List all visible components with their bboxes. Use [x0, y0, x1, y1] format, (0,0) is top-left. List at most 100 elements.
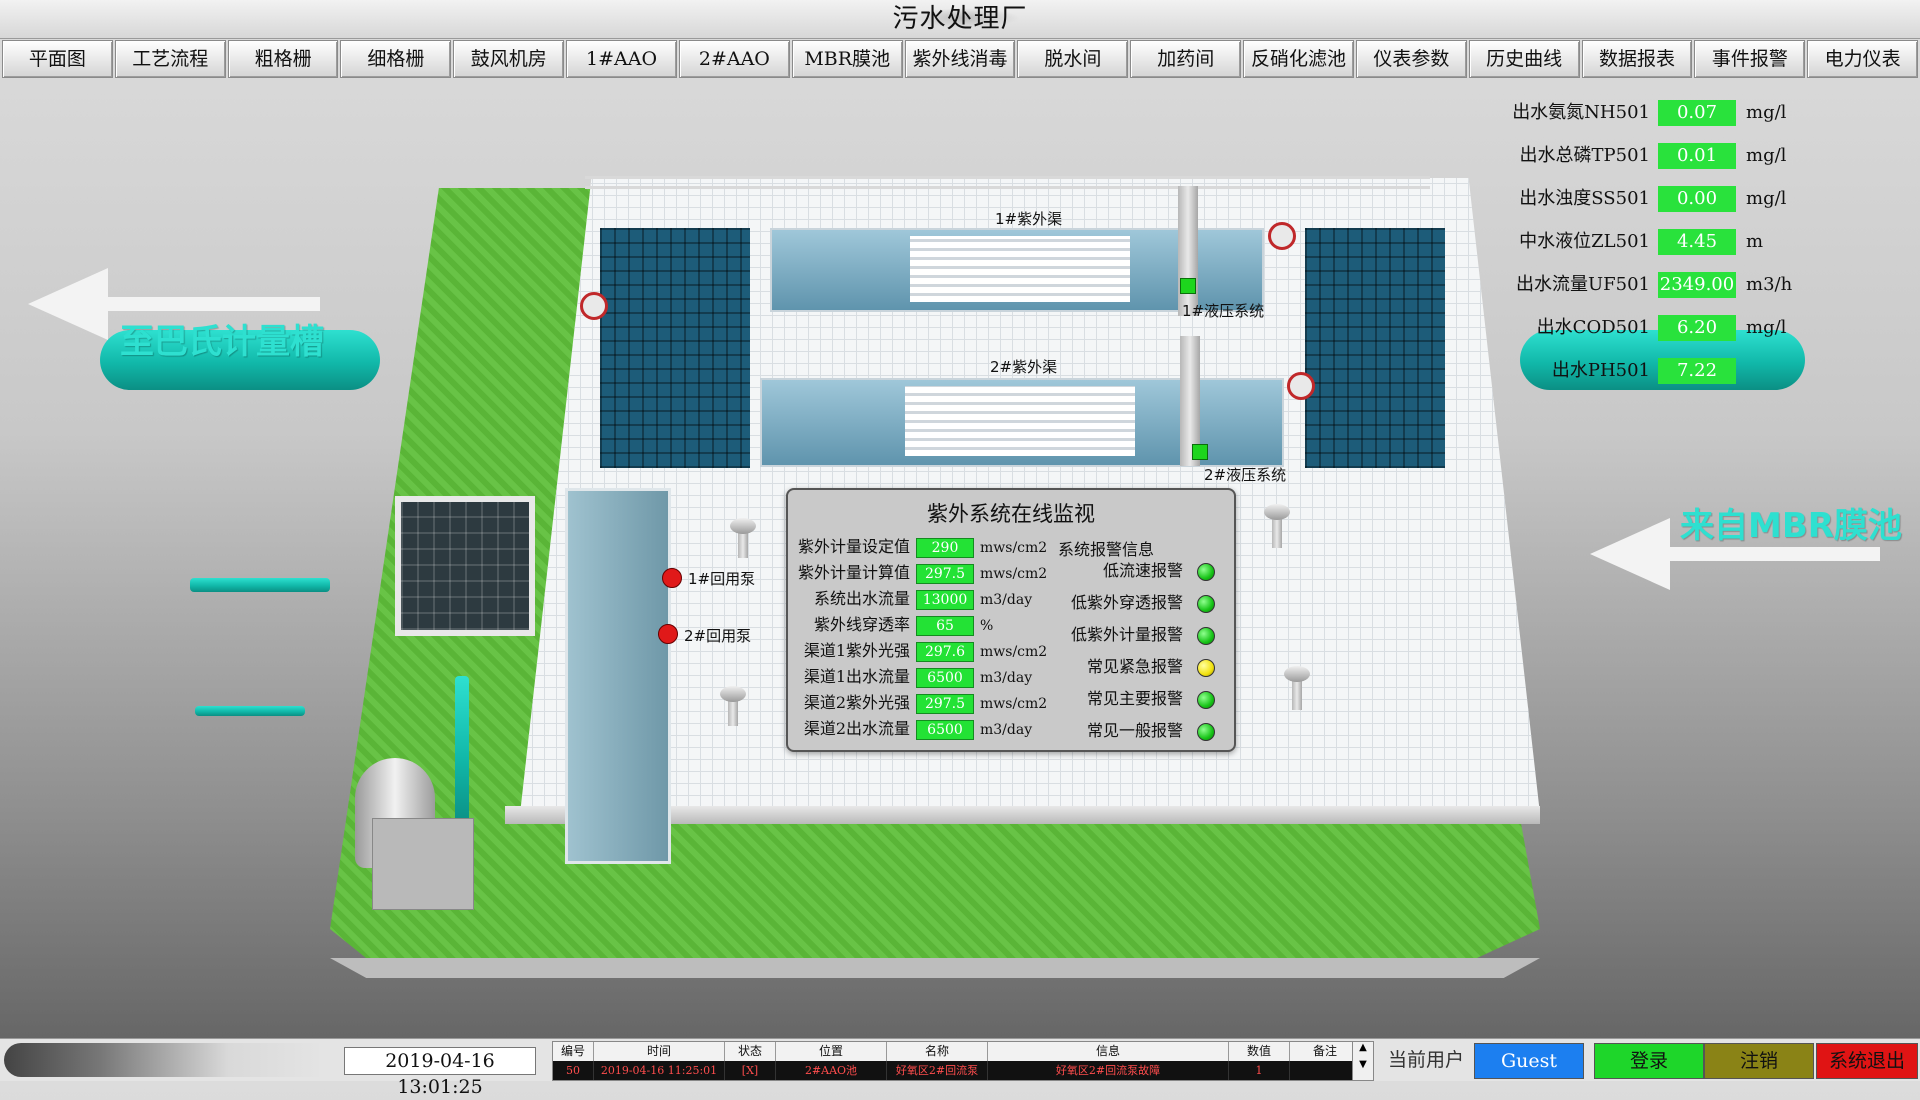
nav-aao-1[interactable]: 1#AAO — [566, 40, 677, 78]
alarm-indicator-icon — [1197, 594, 1215, 613]
nav-process-flow[interactable]: 工艺流程 — [114, 40, 226, 78]
nav-uv-disinfection[interactable]: 紫外线消毒 — [904, 40, 1016, 78]
side-pipe-1 — [190, 578, 330, 592]
event-cell-id: 50 — [553, 1061, 594, 1080]
alarm-label: 低紫外计量报警 — [1070, 625, 1183, 644]
valve-right-bottom-icon[interactable] — [1287, 372, 1315, 400]
nav-bar: 平面图 工艺流程 粗格栅 细格栅 鼓风机房 1#AAO 2#AAO MBR膜池 … — [0, 38, 1920, 78]
nav-instrument-params[interactable]: 仪表参数 — [1355, 40, 1467, 78]
scroll-down-icon[interactable]: ▼ — [1353, 1059, 1373, 1070]
scroll-up-icon[interactable]: ▲ — [1353, 1042, 1373, 1053]
hydraulic-1-label: 1#液压系统 — [1182, 302, 1265, 320]
event-col-time: 时间 — [594, 1042, 725, 1061]
guest-user-button[interactable]: Guest — [1474, 1043, 1584, 1079]
readout-ss-value: 0.00 — [1658, 186, 1736, 212]
nav-history-curve[interactable]: 历史曲线 — [1468, 40, 1580, 78]
login-button[interactable]: 登录 — [1594, 1043, 1704, 1079]
alarm-indicator-icon — [1197, 722, 1215, 741]
uv-param-value: 6500 — [916, 719, 974, 740]
uv-param-value: 290 — [916, 537, 974, 558]
event-col-value: 数值 — [1229, 1042, 1290, 1061]
alarm-indicator-icon — [1197, 690, 1215, 709]
reuse-pump-1-status-icon[interactable] — [662, 568, 682, 588]
title-bar: 污水处理厂 — [0, 0, 1920, 39]
nav-mbr-tank[interactable]: MBR膜池 — [791, 40, 903, 78]
valve-right-top-icon[interactable] — [1268, 222, 1296, 250]
alarm-indicator-icon — [1197, 626, 1215, 645]
readout-ph-label: 出水PH501 — [1551, 360, 1650, 381]
event-scrollbar[interactable]: ▲ ▼ — [1352, 1041, 1374, 1081]
uv-param-value: 6500 — [916, 667, 974, 688]
nav-event-alarm[interactable]: 事件报警 — [1694, 40, 1806, 78]
valve-left-icon[interactable] — [580, 292, 608, 320]
event-table-header: 编号 时间 状态 位置 名称 信息 数值 备注 — [553, 1042, 1373, 1061]
readout-ph-value: 7.22 — [1658, 358, 1736, 384]
hydraulic-1-status-icon[interactable] — [1180, 278, 1196, 294]
nav-coarse-screen[interactable]: 粗格栅 — [227, 40, 339, 78]
event-col-note: 备注 — [1290, 1042, 1361, 1061]
nav-aao-2[interactable]: 2#AAO — [678, 40, 790, 78]
readout-ss-label: 出水浊度SS501 — [1519, 188, 1650, 209]
from-mbr-label: 来自MBR膜池 — [1680, 506, 1902, 546]
alarm-label: 常见紧急报警 — [1086, 657, 1183, 676]
event-cell-status: [X] — [725, 1061, 776, 1080]
hydraulic-2-status-icon[interactable] — [1192, 444, 1208, 460]
alarm-row: 低流速报警 — [1048, 560, 1228, 582]
hydraulic-2-label: 2#液压系统 — [1204, 466, 1287, 484]
logout-button[interactable]: 注销 — [1704, 1043, 1814, 1079]
uv-param-value: 297.5 — [916, 693, 974, 714]
current-user-label: 当前用户 — [1388, 1049, 1465, 1071]
uv-param-label: 紫外计量设定值 — [797, 537, 910, 556]
vent-cap-1 — [730, 518, 756, 534]
system-exit-button[interactable]: 系统退出 — [1816, 1043, 1918, 1079]
uv-lamps-2 — [905, 386, 1135, 456]
hydraulic-column-1 — [1178, 186, 1198, 316]
reuse-pump-2-status-icon[interactable] — [658, 624, 678, 644]
vent-cap-2 — [720, 686, 746, 702]
nav-data-report[interactable]: 数据报表 — [1581, 40, 1693, 78]
event-row[interactable]: 50 2019-04-16 11:25:01 [X] 2#AAO池 好氧区2#回… — [553, 1061, 1373, 1080]
alarm-indicator-icon — [1197, 562, 1215, 581]
readout-level: 中水液位ZL501 4.45 m — [1480, 228, 1763, 256]
nav-denitrification-filter[interactable]: 反硝化滤池 — [1243, 40, 1354, 78]
readout-nh3-value: 0.07 — [1658, 100, 1736, 126]
readout-level-label: 中水液位ZL501 — [1519, 231, 1650, 252]
event-cell-value: 1 — [1229, 1061, 1290, 1080]
readout-ph: 出水PH501 7.22 — [1480, 357, 1746, 385]
nav-dosing[interactable]: 加药间 — [1130, 40, 1242, 78]
uv-param-unit: mws/cm2 — [980, 540, 1048, 556]
reuse-pump-1-label: 1#回用泵 — [688, 570, 756, 588]
window-title: 污水处理厂 — [892, 4, 1028, 34]
channel-2-label: 2#紫外渠 — [990, 358, 1058, 376]
uv-param-unit: mws/cm2 — [980, 566, 1048, 582]
pressure-tank-base — [372, 818, 474, 910]
uv-param-unit: % — [980, 618, 994, 634]
readout-flow-value: 2349.00 — [1658, 272, 1736, 298]
uv-param-row: 紫外线穿透率 65% — [796, 614, 993, 636]
readout-nh3-unit: mg/l — [1746, 102, 1787, 123]
uv-param-value: 13000 — [916, 589, 974, 610]
uv-param-value: 65 — [916, 615, 974, 636]
pump-room — [395, 496, 535, 636]
alarm-row: 低紫外计量报警 — [1048, 624, 1228, 646]
nav-blower-room[interactable]: 鼓风机房 — [453, 40, 565, 78]
readout-tp-value: 0.01 — [1658, 143, 1736, 169]
event-table[interactable]: 编号 时间 状态 位置 名称 信息 数值 备注 50 2019-04-16 11… — [552, 1041, 1374, 1081]
nav-plan[interactable]: 平面图 — [2, 40, 113, 78]
reuse-pump-2-label: 2#回用泵 — [684, 627, 752, 645]
nav-dewatering[interactable]: 脱水间 — [1017, 40, 1129, 78]
nav-fine-screen[interactable]: 细格栅 — [340, 40, 452, 78]
uv-param-label: 渠道1紫外光强 — [803, 641, 910, 660]
uv-param-label: 紫外线穿透率 — [813, 615, 910, 634]
readout-cod-label: 出水COD501 — [1536, 317, 1650, 338]
alarm-header: 系统报警信息 — [1058, 540, 1155, 559]
side-riser — [455, 676, 469, 826]
nav-power-meter[interactable]: 电力仪表 — [1807, 40, 1919, 78]
uv-param-label: 渠道2出水流量 — [803, 719, 910, 738]
alarm-label: 低流速报警 — [1102, 561, 1183, 580]
channel-1-label: 1#紫外渠 — [995, 210, 1063, 228]
readout-tp-unit: mg/l — [1746, 145, 1787, 166]
railing-back — [585, 176, 1430, 179]
uv-lamps-1 — [910, 236, 1130, 302]
readout-nh3-label: 出水氨氮NH501 — [1512, 102, 1650, 123]
